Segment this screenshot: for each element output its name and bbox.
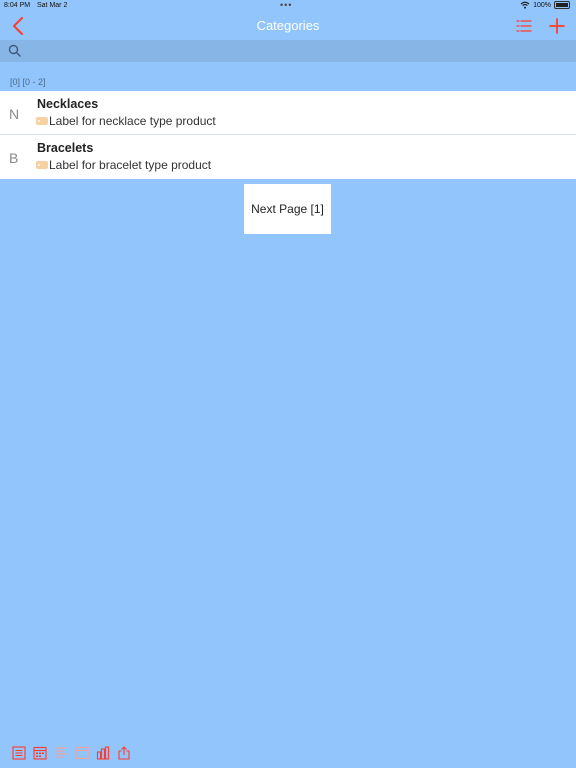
calendar-button[interactable] [32, 745, 47, 760]
list-item[interactable]: B Bracelets Label for bracelet type prod… [0, 135, 576, 179]
document-button[interactable] [11, 745, 26, 760]
status-time: 8:04 PM [4, 2, 31, 9]
bar-chart-icon [96, 745, 109, 760]
plus-icon [549, 18, 565, 34]
battery-icon [554, 1, 570, 9]
calendar-icon [32, 746, 47, 760]
category-name: Necklaces [37, 97, 99, 111]
result-range-label: [0] [0 - 2] [10, 77, 46, 87]
wifi-icon [520, 1, 530, 9]
navigation-bar: Categories [0, 12, 576, 40]
status-date: Sat Mar 2 [37, 2, 68, 9]
category-description: Label for necklace type product [36, 114, 216, 128]
list-icon [516, 20, 532, 32]
section-index-letter: N [9, 106, 20, 122]
section-index-letter: B [9, 150, 19, 166]
search-bar[interactable] [0, 40, 576, 62]
search-input[interactable] [26, 42, 570, 62]
window-icon [74, 746, 89, 759]
multitasking-dots[interactable]: ••• [280, 0, 292, 10]
chart-button[interactable] [95, 745, 110, 760]
tag-icon [36, 161, 48, 169]
list-options-button[interactable] [512, 15, 536, 37]
bottom-toolbar [11, 745, 131, 760]
battery-percent: 100% [533, 1, 551, 9]
category-description-text: Label for bracelet type product [49, 158, 212, 172]
add-button[interactable] [545, 15, 569, 37]
list-item[interactable]: N Necklaces Label for necklace type prod… [0, 91, 576, 135]
category-name: Bracelets [37, 141, 94, 155]
document-icon [11, 745, 26, 760]
category-description: Label for bracelet type product [36, 158, 211, 172]
status-indicators: 100% [520, 1, 570, 9]
search-icon [8, 44, 21, 57]
text-button[interactable] [53, 745, 68, 760]
status-bar: 8:04 PM Sat Mar 2 ••• 100% [0, 0, 576, 12]
tag-icon [36, 117, 48, 125]
page-title: Categories [256, 18, 320, 33]
next-page-button[interactable]: Next Page [1] [244, 184, 331, 234]
category-list: N Necklaces Label for necklace type prod… [0, 91, 576, 179]
text-lines-icon [54, 746, 67, 758]
window-button[interactable] [74, 745, 89, 760]
share-button[interactable] [116, 745, 131, 760]
share-icon [117, 745, 130, 760]
category-description-text: Label for necklace type product [49, 114, 216, 128]
